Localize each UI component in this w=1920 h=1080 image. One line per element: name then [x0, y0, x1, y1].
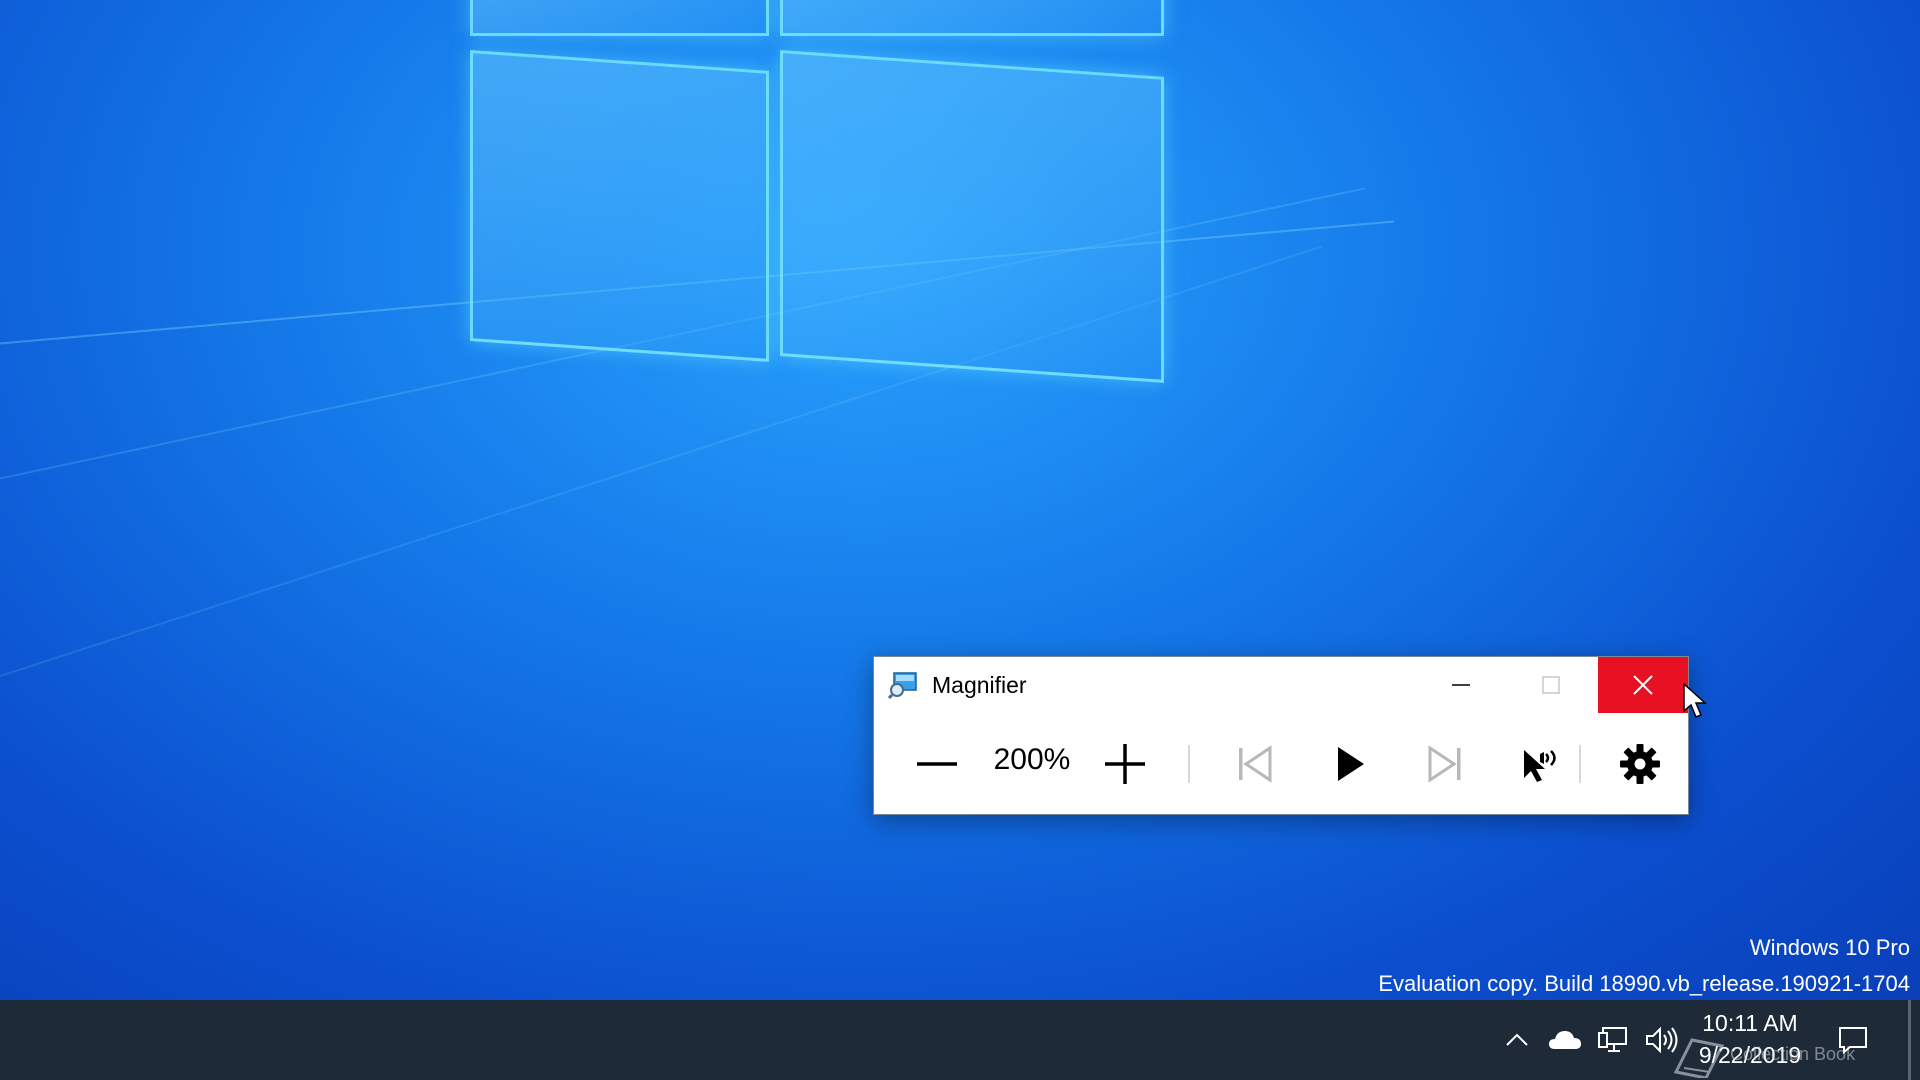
- windows-evaluation-watermark: Windows 10 Pro Evaluation copy. Build 18…: [1378, 930, 1910, 1000]
- close-icon: [1633, 675, 1653, 695]
- volume-icon: [1646, 1026, 1678, 1054]
- volume-button[interactable]: [1643, 1022, 1679, 1058]
- minimize-icon: [1452, 684, 1470, 686]
- watermark-edition: Windows 10 Pro: [1749, 935, 1910, 960]
- minimize-button[interactable]: [1416, 657, 1506, 713]
- onedrive-cloud-icon: [1549, 1031, 1581, 1049]
- zoom-out-button[interactable]: [904, 739, 970, 789]
- mouse-pointer-icon: [1683, 682, 1707, 724]
- previous-button[interactable]: [1221, 739, 1287, 789]
- settings-button[interactable]: [1610, 739, 1670, 789]
- magnifier-toolbar: 200%: [874, 713, 1688, 814]
- chevron-up-icon: [1506, 1033, 1528, 1046]
- next-button[interactable]: [1413, 739, 1479, 789]
- read-from-here-icon: [1524, 750, 1556, 782]
- toolbar-separator: [1188, 745, 1190, 783]
- zoom-in-button[interactable]: [1092, 739, 1158, 789]
- taskbar: 10:11 AM 9/22/2019 Collection Book: [0, 1000, 1920, 1080]
- windows-logo-pane: [470, 0, 769, 36]
- minus-icon: [917, 762, 957, 766]
- zoom-level: 200%: [993, 743, 1071, 776]
- skip-previous-icon: [1239, 745, 1272, 783]
- desktop-background: Windows 10 Pro Evaluation copy. Build 18…: [0, 0, 1920, 1000]
- magnifier-titlebar[interactable]: Magnifier: [874, 657, 1688, 713]
- action-center-button[interactable]: [1835, 1022, 1871, 1058]
- window-title: Magnifier: [932, 672, 1027, 698]
- network-button[interactable]: [1595, 1022, 1631, 1058]
- skip-next-icon: [1428, 745, 1461, 783]
- watermark-build: Evaluation copy. Build 18990.vb_release.…: [1378, 971, 1910, 996]
- onedrive-button[interactable]: [1547, 1022, 1583, 1058]
- maximize-button[interactable]: [1506, 657, 1596, 713]
- gear-icon: [1620, 744, 1660, 784]
- windows-logo-pane: [780, 50, 1164, 383]
- network-icon: [1598, 1027, 1627, 1052]
- play-button[interactable]: [1317, 739, 1383, 789]
- show-hidden-icons-button[interactable]: [1499, 1022, 1535, 1058]
- magnifier-window[interactable]: Magnifier 200%: [873, 656, 1689, 815]
- windows-logo-pane: [470, 50, 769, 362]
- show-desktop-button[interactable]: [1908, 1000, 1911, 1080]
- maximize-icon: [1542, 676, 1560, 694]
- windows-logo-pane: [780, 0, 1164, 36]
- plus-icon: [1105, 744, 1145, 784]
- action-center-icon: [1839, 1027, 1867, 1055]
- read-from-here-button[interactable]: [1508, 739, 1574, 789]
- magnifier-icon: [887, 671, 918, 700]
- clock-date: 9/22/2019: [1698, 1042, 1802, 1068]
- clock-time: 10:11 AM: [1702, 1010, 1798, 1036]
- toolbar-separator: [1579, 745, 1581, 783]
- play-icon: [1338, 747, 1364, 781]
- close-button[interactable]: [1598, 657, 1688, 713]
